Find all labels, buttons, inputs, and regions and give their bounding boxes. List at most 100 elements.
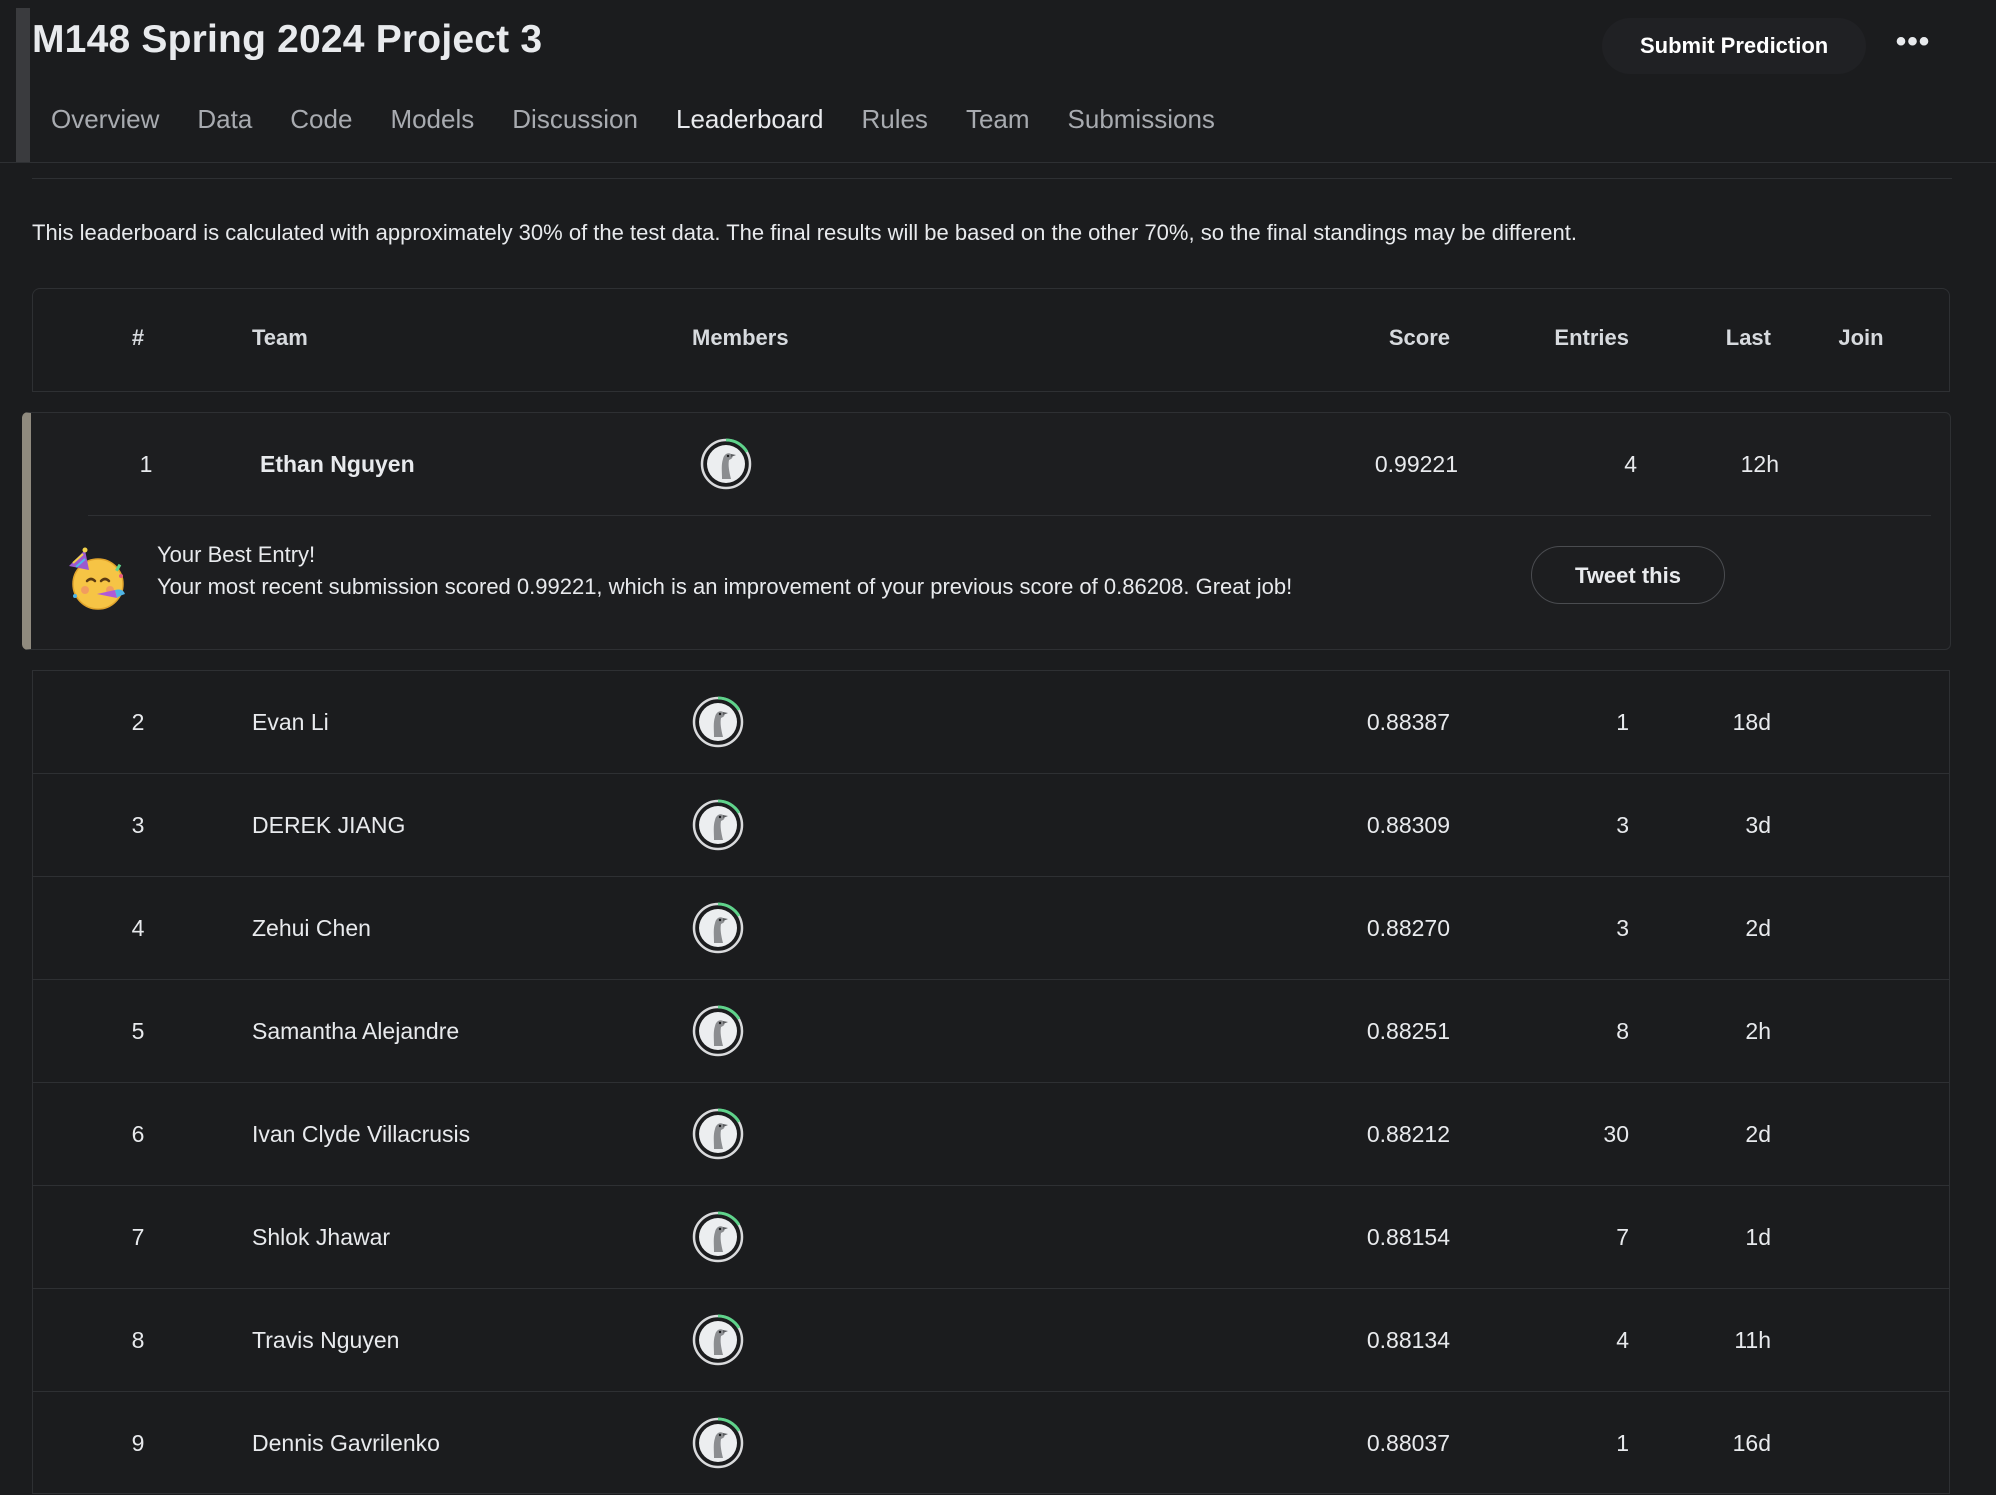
tab-discussion[interactable]: Discussion (493, 100, 657, 139)
submit-prediction-button[interactable]: Submit Prediction (1602, 18, 1867, 74)
rank-cell: 1 (139, 451, 153, 477)
more-options-icon[interactable]: ••• (1888, 18, 1938, 74)
entries-cell: 3 (1616, 812, 1629, 838)
table-row[interactable]: 9 Dennis Gavrilenko 0.88037 1 16d (32, 1391, 1950, 1494)
entries-cell: 7 (1616, 1224, 1629, 1250)
entries-cell: 1 (1616, 1430, 1629, 1456)
column-header-rank: # (131, 325, 145, 350)
rank-cell: 7 (131, 1224, 145, 1250)
tab-team[interactable]: Team (947, 100, 1049, 139)
avatar[interactable] (692, 1417, 744, 1469)
rank-cell: 2 (131, 709, 145, 735)
last-cell: 1d (1745, 1224, 1771, 1250)
column-header-team: Team (252, 325, 308, 350)
table-row[interactable]: 4 Zehui Chen 0.88270 3 2d (32, 876, 1950, 979)
default-goose-avatar-icon (692, 902, 744, 954)
header-accent-bar (16, 8, 30, 162)
tab-leaderboard[interactable]: Leaderboard (657, 100, 842, 139)
team-name-cell[interactable]: Evan Li (252, 671, 329, 774)
table-row[interactable]: 6 Ivan Clyde Villacrusis 0.88212 30 2d (32, 1082, 1950, 1185)
score-cell: 0.88251 (1366, 1018, 1450, 1044)
best-entry-block: 1 Ethan Nguyen 0.99221 4 12h Your Best E… (22, 412, 1951, 650)
tab-submissions[interactable]: Submissions (1049, 100, 1234, 139)
team-name-cell[interactable]: Ethan Nguyen (260, 413, 415, 516)
partying-face-emoji-icon (69, 547, 125, 610)
avatar[interactable] (692, 1211, 744, 1263)
leaderboard-header-row: # Team Members Score Entries Last Join (32, 288, 1950, 392)
competition-header: M148 Spring 2024 Project 3 Submit Predic… (0, 0, 1996, 163)
last-cell: 3d (1745, 812, 1771, 838)
last-cell: 16d (1732, 1430, 1771, 1456)
avatar[interactable] (692, 1314, 744, 1366)
entries-cell: 3 (1616, 915, 1629, 941)
leaderboard-rows: 2 Evan Li 0.88387 1 18d 3 DEREK JIANG 0.88309 3 3… (32, 670, 1950, 1494)
default-goose-avatar-icon (692, 1417, 744, 1469)
table-row[interactable]: 7 Shlok Jhawar 0.88154 7 1d (32, 1185, 1950, 1288)
avatar[interactable] (692, 1108, 744, 1160)
table-row[interactable]: 3 DEREK JIANG 0.88309 3 3d (32, 773, 1950, 876)
score-cell: 0.88212 (1366, 1121, 1450, 1147)
default-goose-avatar-icon (692, 1211, 744, 1263)
score-cell: 0.88387 (1366, 709, 1450, 735)
team-name-cell[interactable]: Samantha Alejandre (252, 980, 459, 1083)
last-cell: 11h (1734, 1327, 1771, 1353)
table-row[interactable]: 8 Travis Nguyen 0.88134 4 11h (32, 1288, 1950, 1391)
tab-models[interactable]: Models (371, 100, 493, 139)
rank-cell: 6 (131, 1121, 145, 1147)
score-cell: 0.88309 (1366, 812, 1450, 838)
tab-overview[interactable]: Overview (32, 100, 178, 139)
default-goose-avatar-icon (692, 1314, 744, 1366)
entries-cell: 30 (1603, 1121, 1629, 1147)
score-cell: 0.88134 (1366, 1327, 1450, 1353)
avatar[interactable] (692, 696, 744, 748)
last-cell: 2h (1745, 1018, 1771, 1044)
rank-cell: 4 (131, 915, 145, 941)
leaderboard-notice: This leaderboard is calculated with appr… (32, 220, 1577, 245)
score-cell: 0.88037 (1366, 1430, 1450, 1456)
tab-data[interactable]: Data (178, 100, 271, 139)
tweet-this-button[interactable]: Tweet this (1531, 546, 1725, 604)
default-goose-avatar-icon (692, 799, 744, 851)
team-name-cell[interactable]: DEREK JIANG (252, 774, 405, 877)
avatar[interactable] (692, 799, 744, 851)
entries-cell: 4 (1616, 1327, 1629, 1353)
score-cell: 0.88154 (1366, 1224, 1450, 1250)
last-cell: 12h (1740, 451, 1779, 477)
entries-cell: 1 (1616, 709, 1629, 735)
entries-cell: 8 (1616, 1018, 1629, 1044)
table-row[interactable]: 2 Evan Li 0.88387 1 18d (32, 670, 1950, 773)
last-cell: 18d (1732, 709, 1771, 735)
table-row[interactable]: 5 Samantha Alejandre 0.88251 8 2h (32, 979, 1950, 1082)
avatar[interactable] (692, 902, 744, 954)
best-entry-title: Your Best Entry! (157, 542, 316, 567)
team-name-cell[interactable]: Shlok Jhawar (252, 1186, 390, 1289)
default-goose-avatar-icon (692, 696, 744, 748)
tab-rules[interactable]: Rules (842, 100, 946, 139)
column-header-join: Join (1838, 325, 1884, 350)
rank-cell: 8 (131, 1327, 145, 1353)
column-header-members: Members (692, 325, 789, 350)
team-name-cell[interactable]: Dennis Gavrilenko (252, 1392, 440, 1495)
column-header-last: Last (1725, 325, 1771, 350)
default-goose-avatar-icon (692, 1005, 744, 1057)
entries-cell: 4 (1624, 451, 1637, 477)
avatar[interactable] (700, 438, 752, 490)
last-cell: 2d (1745, 1121, 1771, 1147)
competition-tabs: Overview Data Code Models Discussion Leaderbo… (32, 100, 1234, 139)
default-goose-avatar-icon (692, 1108, 744, 1160)
divider (32, 178, 1952, 179)
rank-cell: 9 (131, 1430, 145, 1456)
rank-cell: 5 (131, 1018, 145, 1044)
rank-cell: 3 (131, 812, 145, 838)
team-name-cell[interactable]: Travis Nguyen (252, 1289, 399, 1392)
table-row-highlighted[interactable]: 1 Ethan Nguyen 0.99221 4 12h (41, 413, 1959, 516)
avatar[interactable] (692, 1005, 744, 1057)
team-name-cell[interactable]: Ivan Clyde Villacrusis (252, 1083, 470, 1186)
page-title: M148 Spring 2024 Project 3 (32, 18, 543, 61)
tab-code[interactable]: Code (271, 100, 371, 139)
column-header-score: Score (1388, 325, 1450, 350)
score-cell: 0.88270 (1366, 915, 1450, 941)
column-header-entries: Entries (1554, 325, 1629, 350)
team-name-cell[interactable]: Zehui Chen (252, 877, 371, 980)
best-entry-body: Your most recent submission scored 0.992… (157, 574, 1293, 599)
